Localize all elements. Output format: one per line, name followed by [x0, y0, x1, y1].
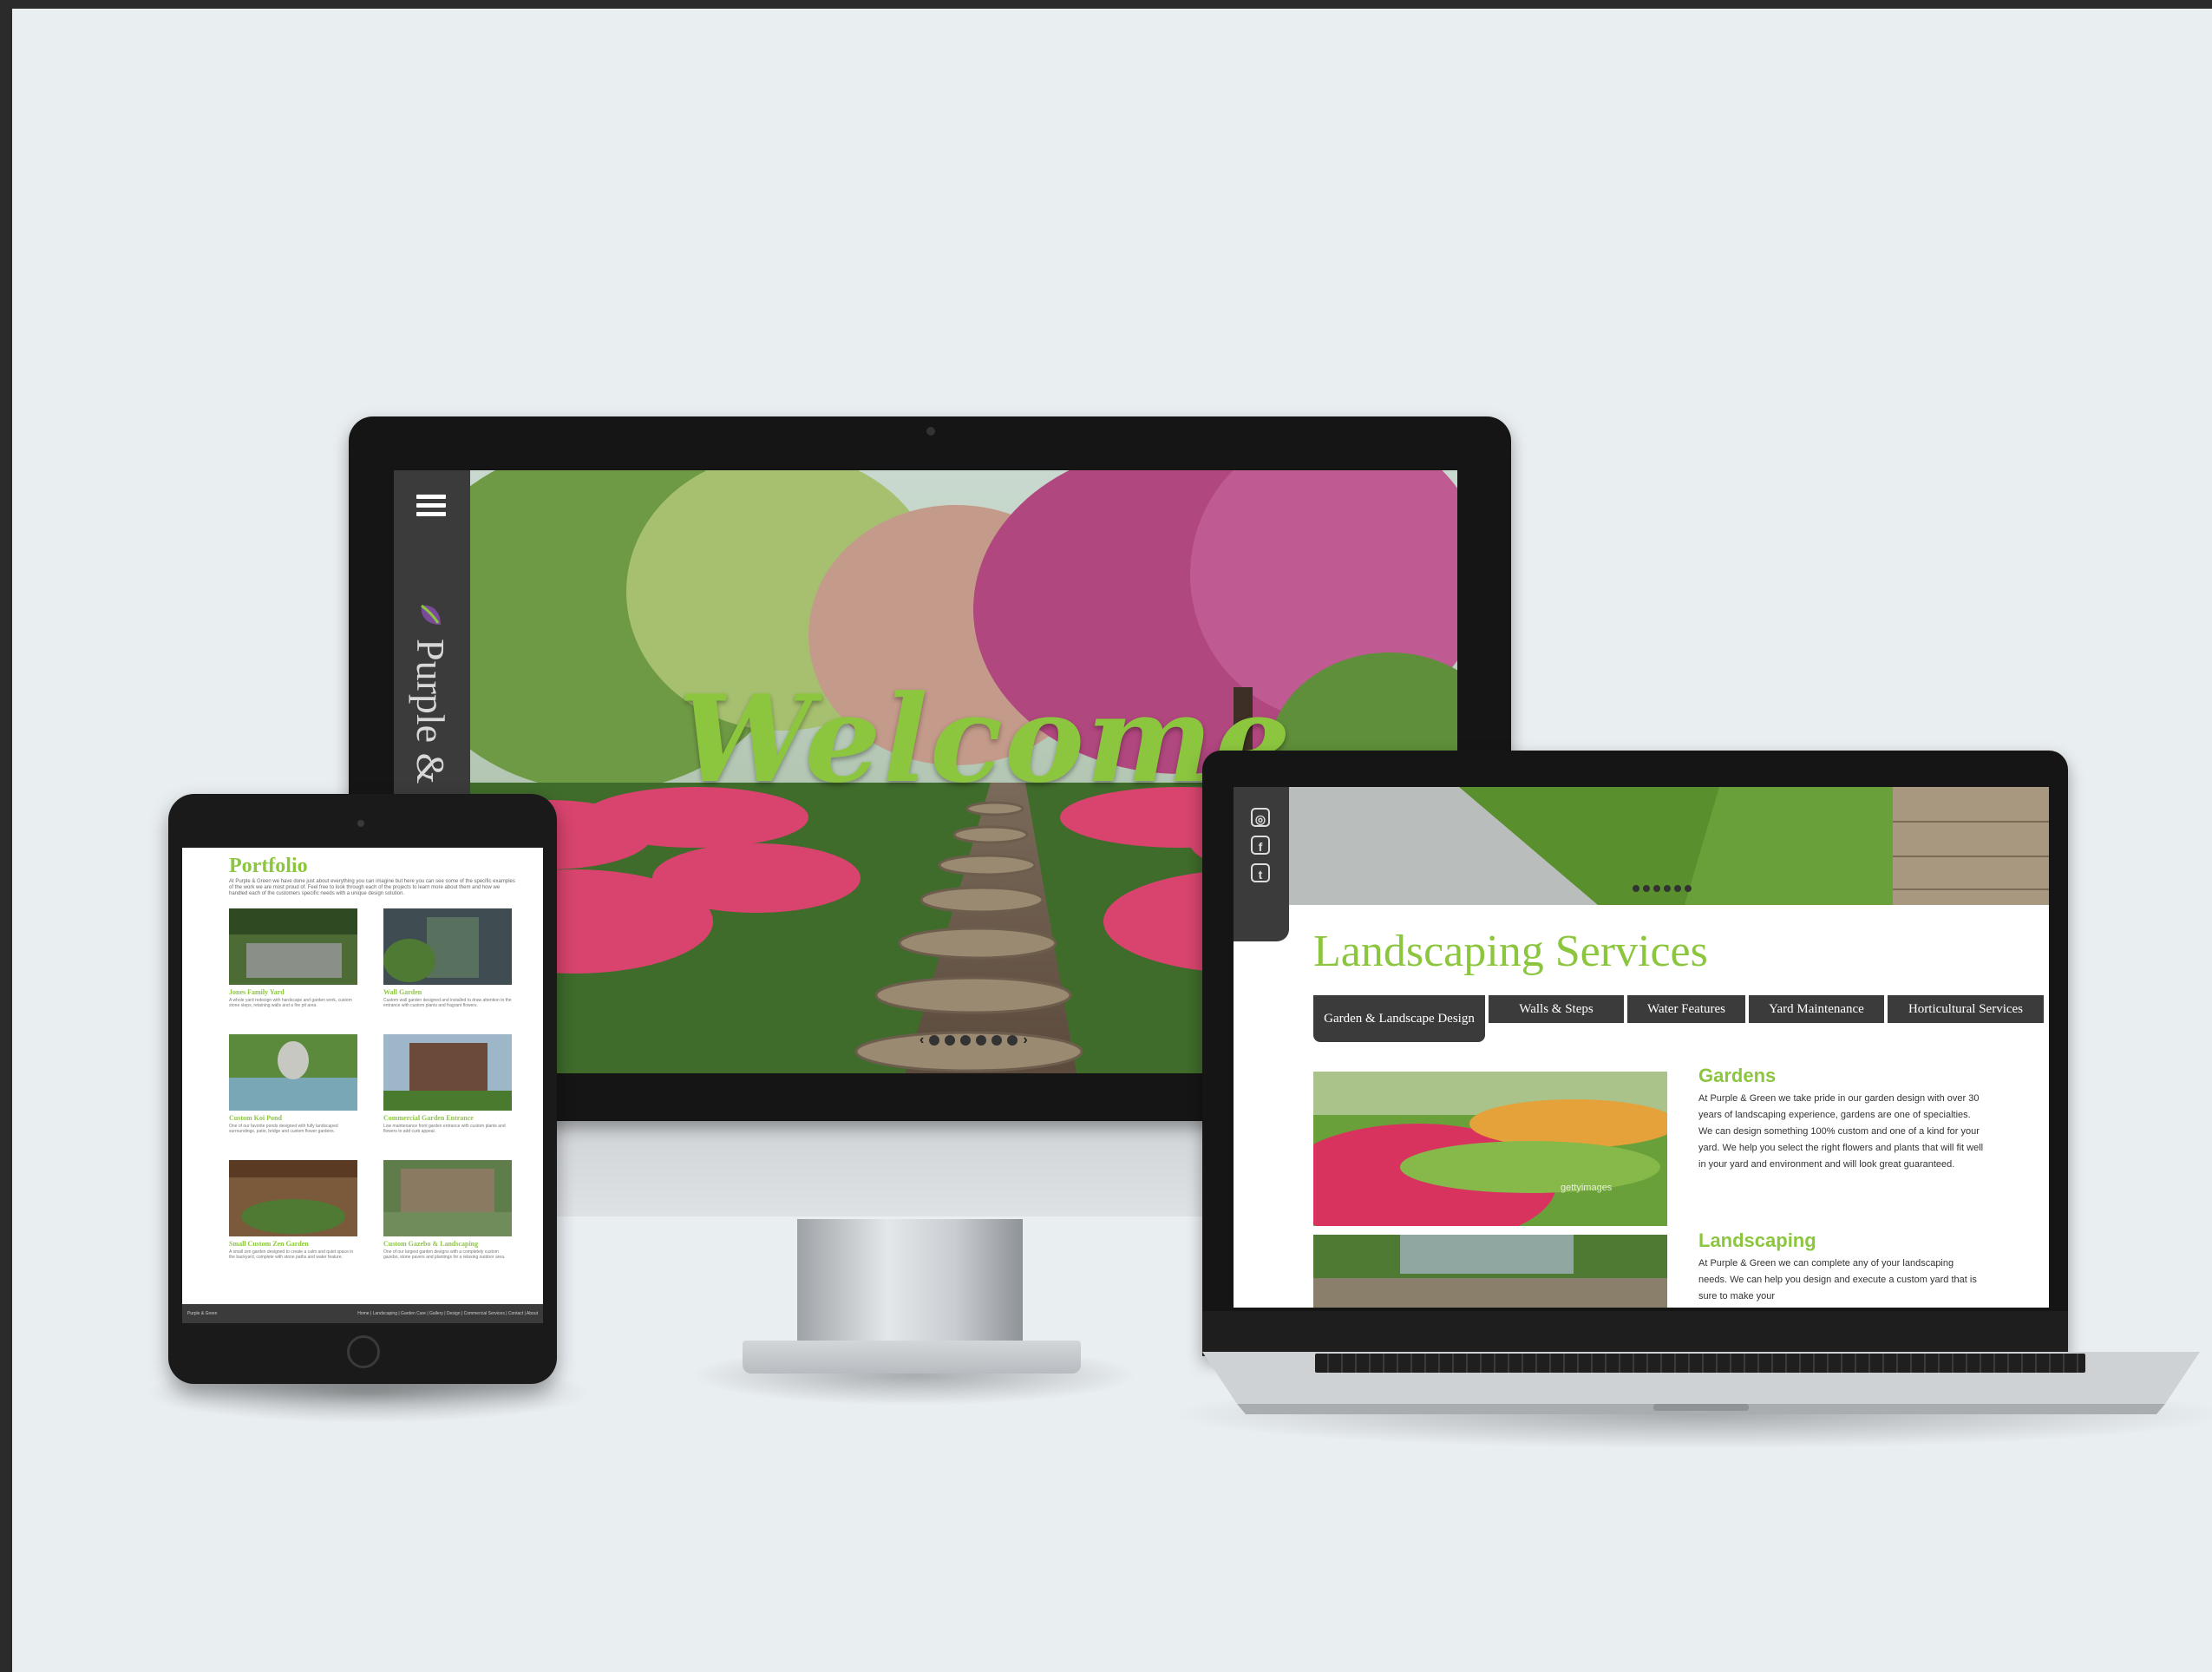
tab-walls-steps[interactable]: Walls & Steps [1489, 995, 1624, 1023]
portfolio-caption: Wall Garden [383, 988, 422, 996]
tablet-device: Portfolio At Purple & Green we have done… [168, 794, 557, 1384]
section-heading-gardens: Gardens [1698, 1065, 1777, 1086]
portfolio-item[interactable]: Custom Gazebo & Landscaping One of our l… [383, 1160, 512, 1260]
laptop-keyboard-base [1202, 1352, 2200, 1421]
slider-dot[interactable] [991, 1035, 1003, 1046]
portfolio-item[interactable]: Wall Garden Custom wall garden designed … [383, 908, 512, 1008]
footer-brand[interactable]: Purple & Green [187, 1311, 217, 1316]
portfolio-caption: Custom Koi Pond [229, 1114, 282, 1122]
slider-dot[interactable] [1007, 1035, 1018, 1046]
mockup-stage: Welcome ‹ › Purple & Green Portfolio At … [12, 9, 2212, 1672]
portfolio-description: One of our favorite ponds designed with … [229, 1124, 338, 1134]
slider-dot[interactable] [976, 1035, 987, 1046]
portfolio-thumbnail [383, 1160, 512, 1236]
social-sidebar: ◎ f t [1234, 787, 1289, 941]
page-title: Landscaping Services [1313, 927, 1708, 976]
slider-dot[interactable] [929, 1035, 940, 1046]
camera-icon [357, 820, 364, 827]
tab-horticultural-services[interactable]: Horticultural Services [1888, 995, 2044, 1023]
portfolio-thumbnail [229, 908, 357, 985]
portfolio-thumbnail [383, 1034, 512, 1111]
portfolio-description: Custom wall garden designed and installe… [383, 998, 512, 1008]
leaf-logo-icon [421, 604, 441, 625]
portfolio-caption: Commercial Garden Entrance [383, 1114, 474, 1122]
camera-icon [926, 427, 935, 436]
tab-garden-landscape-design[interactable]: Garden & Landscape Design [1313, 995, 1485, 1042]
home-button[interactable] [347, 1335, 380, 1368]
portfolio-description: Low maintenance front garden entrance wi… [383, 1124, 506, 1134]
tablet-footer: Purple & Green Home | Landscaping | Gard… [182, 1304, 543, 1323]
section-body-landscaping: At Purple & Green we can complete any of… [1698, 1258, 1977, 1302]
gardens-photo: gettyimages [1313, 1072, 1667, 1226]
portfolio-description: A whole yard redesign with hardscape and… [229, 998, 352, 1008]
imac-stand-neck [797, 1219, 1023, 1349]
portfolio-caption: Small Custom Zen Garden [229, 1240, 309, 1248]
tablet-screen: Portfolio At Purple & Green we have done… [182, 848, 543, 1323]
slider-dot[interactable] [1664, 885, 1671, 892]
portfolio-description: One of our largest garden designs with a… [383, 1249, 506, 1260]
slider-dot[interactable] [1633, 885, 1639, 892]
page-intro: At Purple & Green we have done just abou… [229, 879, 515, 896]
twitter-icon[interactable]: t [1251, 863, 1270, 882]
laptop-hinge [1202, 1311, 2068, 1356]
slider-dot[interactable] [1653, 885, 1660, 892]
landscaping-photo [1313, 1235, 1667, 1308]
slider-dots [1633, 885, 1692, 892]
footer-links[interactable]: Home | Landscaping | Garden Care | Galle… [357, 1311, 538, 1316]
instagram-icon[interactable]: ◎ [1251, 808, 1270, 827]
portfolio-description: A small zen garden designed to create a … [229, 1249, 354, 1260]
portfolio-thumbnail [229, 1034, 357, 1111]
chevron-left-icon[interactable]: ‹ [919, 1033, 924, 1048]
keyboard [1315, 1354, 2085, 1373]
imac-stand-base [743, 1341, 1081, 1374]
slider-dot[interactable] [1643, 885, 1650, 892]
hamburger-icon[interactable] [416, 495, 446, 517]
portfolio-item[interactable]: Commercial Garden Entrance Low maintenan… [383, 1034, 512, 1134]
slider-dot[interactable] [945, 1035, 956, 1046]
slider-dots: ‹ › [919, 1033, 1028, 1048]
portfolio-thumbnail [229, 1160, 357, 1236]
hero-heading: Welcome [678, 668, 1293, 810]
slider-dot[interactable] [1685, 885, 1692, 892]
portfolio-thumbnail [383, 908, 512, 985]
section-heading-landscaping: Landscaping [1698, 1229, 1816, 1251]
portfolio-item[interactable]: Small Custom Zen Garden A small zen gard… [229, 1160, 357, 1260]
chevron-right-icon[interactable]: › [1023, 1033, 1027, 1048]
laptop-screen: ◎ f t Landscaping Services Garden & Land… [1234, 787, 2049, 1308]
portfolio-item[interactable]: Custom Koi Pond One of our favorite pond… [229, 1034, 357, 1134]
portfolio-caption: Custom Gazebo & Landscaping [383, 1240, 479, 1248]
service-tabs: Garden & Landscape Design Walls & Steps … [1313, 995, 2044, 1042]
portfolio-item[interactable]: Jones Family Yard A whole yard redesign … [229, 908, 357, 1008]
laptop-device: ◎ f t Landscaping Services Garden & Land… [1202, 751, 2068, 1356]
facebook-icon[interactable]: f [1251, 836, 1270, 855]
section-body-gardens: At Purple & Green we take pride in our g… [1698, 1093, 1984, 1170]
page-title: Portfolio [229, 855, 308, 877]
tab-water-features[interactable]: Water Features [1627, 995, 1745, 1023]
watermark: gettyimages [1561, 1183, 1613, 1193]
slider-dot[interactable] [1674, 885, 1681, 892]
slider-dot[interactable] [960, 1035, 972, 1046]
portfolio-caption: Jones Family Yard [229, 988, 285, 996]
tab-yard-maintenance[interactable]: Yard Maintenance [1749, 995, 1884, 1023]
